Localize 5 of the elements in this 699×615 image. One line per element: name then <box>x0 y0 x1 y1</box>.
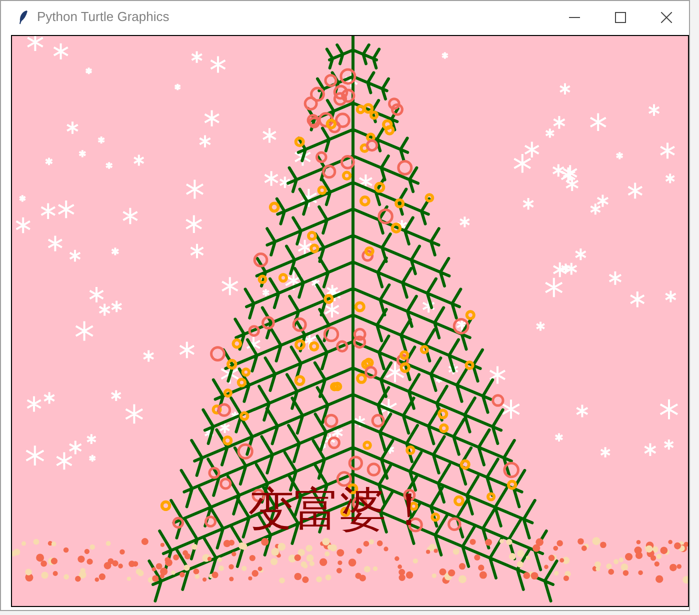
window-title: Python Turtle Graphics <box>37 8 170 26</box>
close-icon <box>660 12 672 22</box>
feather-icon <box>19 10 28 24</box>
maximize-icon <box>614 12 626 22</box>
minimize-icon <box>568 16 580 18</box>
